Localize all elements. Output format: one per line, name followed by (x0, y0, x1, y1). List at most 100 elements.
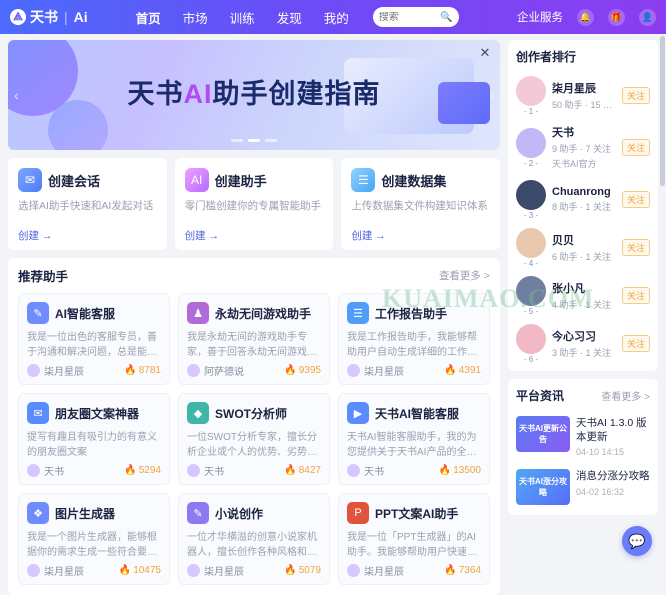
bell-icon[interactable]: 🔔 (577, 9, 594, 26)
search-input[interactable] (379, 12, 439, 23)
news-thumbnail-text: 天书AI更新公告 (516, 423, 570, 445)
promo-banner[interactable]: 天书AI助手创建指南 ✕ ‹ › (8, 40, 500, 150)
assistant-name: 图片生成器 (55, 505, 115, 522)
create-link[interactable]: 创建 → (185, 228, 219, 243)
close-icon[interactable]: ✕ (478, 46, 492, 60)
hot-value: 5294 (139, 465, 161, 476)
assistant-footer: 柒月星辰🔥10475 (27, 563, 161, 578)
assistant-footer: 柒月星辰🔥8781 (27, 363, 161, 378)
follow-button[interactable]: 关注 (622, 287, 650, 304)
assistant-card[interactable]: ✉朋友圈文案神器提写有趣且有吸引力的有意义的朋友圈文案天书🔥5294 (18, 393, 170, 485)
create-link[interactable]: 创建 → (351, 228, 385, 243)
chat-icon[interactable]: 💬 (622, 526, 652, 556)
create-link[interactable]: 创建 → (18, 228, 52, 243)
assistant-icon: ▶ (347, 402, 369, 424)
logo-mark-icon: ⟁ (10, 9, 26, 25)
assistant-author[interactable]: 柒月星辰 (347, 363, 404, 378)
news-date: 04-02 16:32 (576, 487, 650, 497)
avatar (27, 564, 40, 577)
assistant-card[interactable]: ✎小说创作一位才华横溢的创意小说家机器人，擅长创作各种风格和类型的创意的故事柒月… (178, 493, 330, 585)
panel-header: 创作者排行 (516, 48, 650, 65)
assistant-author[interactable]: 柒月星辰 (347, 563, 404, 578)
create-dataset-card[interactable]: ☰ 创建数据集 上传数据集文件构建知识体系 创建 → (341, 158, 500, 250)
assistant-footer: 柒月星辰 🔥7364 (347, 563, 481, 578)
nav-item-mine[interactable]: 我的 (324, 8, 349, 27)
page-body: 天书AI助手创建指南 ✕ ‹ › ✉ 创建会话 选择AI助手快速和AI发起对话 … (0, 34, 666, 578)
follow-button[interactable]: 关注 (622, 87, 650, 104)
assistant-footer: 天书🔥13500 (347, 463, 481, 478)
card-description: 零门槛创建你的专属智能助手 (185, 199, 324, 214)
news-list-item[interactable]: 天书AI涨分攻略消息分涨分攻略04-02 16:32 (516, 463, 650, 511)
gift-icon[interactable]: 🎁 (608, 9, 625, 26)
avatar (516, 128, 546, 158)
news-thumbnail: 天书AI涨分攻略 (516, 469, 570, 505)
assistant-author[interactable]: 柒月星辰 (27, 563, 84, 578)
follow-button[interactable]: 关注 (622, 239, 650, 256)
creator-avatar-wrap: - 4 - (516, 228, 546, 266)
creator-rank: - 3 - (524, 211, 538, 220)
assistant-header: PPPT文案AI助手 (347, 502, 481, 524)
assistant-author[interactable]: 天书 (27, 463, 64, 478)
assistant-card[interactable]: ▶天书AI智能客服天书AI智能客服助手，我的为您提供关于天书AI产品的全方位支持… (338, 393, 490, 485)
quick-action-cards: ✉ 创建会话 选择AI助手快速和AI发起对话 创建 → AI 创建助手 零门槛创… (8, 158, 500, 250)
create-assistant-card[interactable]: AI 创建助手 零门槛创建你的专属智能助手 创建 → (175, 158, 334, 250)
chevron-left-icon[interactable]: ‹ (14, 87, 19, 103)
author-name: 天书 (204, 463, 224, 478)
create-session-card[interactable]: ✉ 创建会话 选择AI助手快速和AI发起对话 创建 → (8, 158, 167, 250)
assistant-card[interactable]: ❖图片生成器我是一个图片生成器，能够根据你的需求生成一些符合要求的图片。柒月星辰… (18, 493, 170, 585)
app-logo[interactable]: ⟁ 天书 | Ai (10, 7, 88, 27)
card-header: ✉ 创建会话 (18, 168, 157, 192)
creator-stats: 6 助手 · 1 关注 (552, 250, 616, 263)
assistant-card[interactable]: ✎AI智能客服我是一位出色的客服专员，善于沟通和解决问题，总是能够以友好而专…柒… (18, 293, 170, 385)
follow-button[interactable]: 关注 (622, 191, 650, 208)
creator-list: - 1 -柒月星辰50 助手 · 15 关注关注- 2 -天书9 助手 · 7 … (516, 71, 650, 367)
follow-button[interactable]: 关注 (622, 139, 650, 156)
hot-count: 🔥7364 (444, 565, 481, 576)
assistant-author[interactable]: 柒月星辰 (187, 563, 244, 578)
nav-item-home[interactable]: 首页 (136, 8, 161, 27)
news-title: 天书AI 1.3.0 版本更新 (576, 416, 650, 444)
enterprise-service-link[interactable]: 企业服务 (517, 9, 563, 25)
section-title: 推荐助手 (18, 266, 68, 285)
creator-list-item[interactable]: - 2 -天书9 助手 · 7 关注天书AI官方关注 (516, 119, 650, 175)
assistant-author[interactable]: 阿萨德说 (187, 363, 244, 378)
nav-item-training[interactable]: 训练 (230, 8, 255, 27)
assistant-author[interactable]: 天书 (187, 463, 224, 478)
assistant-author[interactable]: 天书 (347, 463, 384, 478)
banner-dots[interactable] (231, 139, 277, 142)
logo-text: 天书 (30, 7, 58, 27)
news-list-item[interactable]: 天书AI更新公告天书AI 1.3.0 版本更新04-10 14:15 (516, 410, 650, 463)
chevron-right-icon[interactable]: › (489, 87, 494, 103)
page-scrollbar[interactable] (660, 36, 665, 186)
search-icon[interactable]: 🔍 (440, 12, 452, 23)
card-header: AI 创建助手 (185, 168, 324, 192)
creator-list-item[interactable]: - 3 -Chuanrong8 助手 · 1 关注关注 (516, 175, 650, 223)
nav-item-market[interactable]: 市场 (183, 8, 208, 27)
view-more-link[interactable]: 查看更多 > (439, 268, 490, 283)
creator-list-item[interactable]: - 1 -柒月星辰50 助手 · 15 关注关注 (516, 71, 650, 119)
nav-right-group: 企业服务 🔔 🎁 👤 (517, 9, 656, 26)
panel-title: 创作者排行 (516, 48, 576, 65)
follow-button[interactable]: 关注 (622, 335, 650, 352)
nav-item-discover[interactable]: 发现 (277, 8, 302, 27)
creator-list-item[interactable]: - 4 -贝贝6 助手 · 1 关注关注 (516, 223, 650, 271)
view-more-link[interactable]: 查看更多 > (601, 388, 650, 403)
assistant-card[interactable]: PPPT文案AI助手我是一位「PPT生成器」的AI助手。我能够帮助用户快速创建漂… (338, 493, 490, 585)
assistant-card[interactable]: ♟永劫无间游戏助手我是永劫无间的游戏助手专家，善于回答永劫无间游戏的各种问题，欢… (178, 293, 330, 385)
user-avatar-icon[interactable]: 👤 (639, 9, 656, 26)
creator-list-item[interactable]: - 6 -今心习习3 助手 · 1 关注关注 (516, 319, 650, 367)
author-name: 天书 (364, 463, 384, 478)
search-box[interactable]: 🔍 (373, 7, 459, 27)
assistant-description: 我是一位出色的客服专员，善于沟通和解决问题，总是能够以友好而专… (27, 330, 161, 360)
assistant-description: 一位才华横溢的创意小说家机器人，擅长创作各种风格和类型的创意的故事 (187, 530, 321, 560)
banner-dot[interactable] (265, 139, 277, 142)
assistant-author[interactable]: 柒月星辰 (27, 363, 84, 378)
banner-dot[interactable] (231, 139, 243, 142)
assistant-card[interactable]: ☰工作报告助手我是工作报告助手，我能够帮助用户自动生成详细的工作报告，提升工…柒… (338, 293, 490, 385)
assistant-name: AI智能客服 (55, 305, 115, 322)
creator-list-item[interactable]: - 5 -张小凡4 助手 · 1 关注关注 (516, 271, 650, 319)
banner-dot-active[interactable] (248, 139, 260, 142)
assistant-icon: P (347, 502, 369, 524)
assistant-card[interactable]: ◆SWOT分析师一位SWOT分析专家，擅长分析企业或个人的优势、劣势、机会和威胁… (178, 393, 330, 485)
avatar (516, 76, 546, 106)
